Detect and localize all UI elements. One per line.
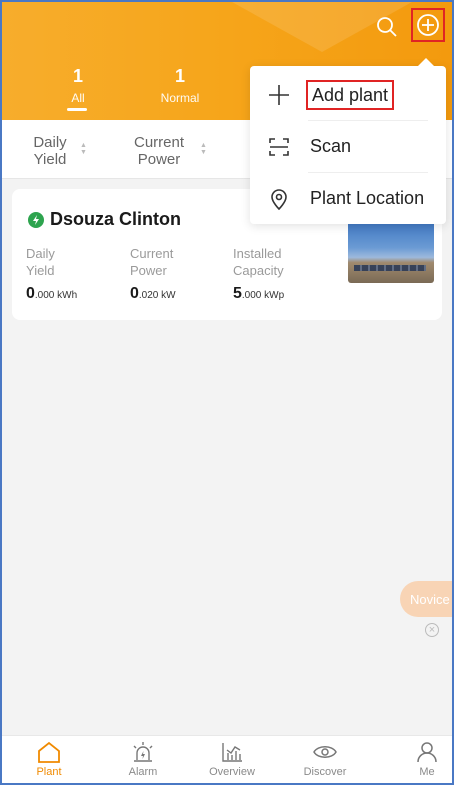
tab-me[interactable]: Me bbox=[392, 740, 452, 778]
menu-item-label: Add plant bbox=[306, 80, 395, 110]
online-status-icon bbox=[28, 211, 44, 228]
metric-value: 0.000 kWh bbox=[26, 285, 77, 304]
app-frame: 1 All 1 Normal Daily Yield ▲ ▼ Current Po… bbox=[0, 0, 454, 785]
alarm-siren-icon bbox=[133, 742, 153, 762]
tab-alarm[interactable]: Alarm bbox=[108, 740, 178, 778]
metric-value: 0.020 kW bbox=[130, 285, 176, 304]
tab-all[interactable]: 1 All bbox=[38, 66, 118, 107]
home-icon bbox=[38, 741, 60, 763]
search-button[interactable] bbox=[374, 14, 400, 40]
dropdown-caret bbox=[418, 58, 434, 66]
metric-label: Current bbox=[130, 246, 174, 261]
metric-label: Capacity bbox=[233, 263, 284, 278]
novice-label: Novice bbox=[410, 591, 450, 607]
sort-current-power-line1: Current bbox=[133, 134, 185, 151]
plant-title: Dsouza Clinton bbox=[28, 209, 181, 230]
tab-normal[interactable]: 1 Normal bbox=[140, 66, 220, 107]
plant-name: Dsouza Clinton bbox=[50, 209, 181, 229]
tab-label: Alarm bbox=[128, 766, 158, 778]
user-icon bbox=[417, 742, 437, 763]
tab-all-count: 1 bbox=[72, 66, 83, 86]
metric-label: Yield bbox=[26, 263, 55, 278]
eye-icon bbox=[313, 746, 337, 758]
metric-value-unit: .000 kWp bbox=[241, 290, 285, 301]
metric-value-main: 5 bbox=[233, 285, 242, 302]
menu-item-add-plant[interactable]: Add plant bbox=[250, 68, 446, 120]
sort-arrows-icon: ▲ ▼ bbox=[200, 142, 207, 156]
menu-item-plant-location[interactable]: Plant Location bbox=[250, 172, 446, 224]
metric-value-main: 0 bbox=[130, 285, 139, 302]
sort-arrows-icon: ▲ ▼ bbox=[80, 142, 87, 156]
metric-value-main: 0 bbox=[26, 285, 35, 302]
metric-installed-capacity: Installed Capacity 5.000 kWp bbox=[233, 245, 284, 304]
sort-current-power-line2: Power bbox=[137, 151, 181, 168]
metric-value-unit: .000 kWh bbox=[34, 290, 78, 301]
sort-daily-yield-line1: Daily bbox=[33, 134, 67, 151]
close-icon[interactable]: × bbox=[425, 623, 439, 637]
menu-item-scan[interactable]: Scan bbox=[250, 120, 446, 172]
plant-thumbnail bbox=[348, 219, 434, 283]
metric-label: Power bbox=[130, 263, 167, 278]
solar-panels-image bbox=[354, 265, 426, 271]
tab-active-indicator bbox=[67, 108, 87, 111]
sort-daily-yield-line2: Yield bbox=[33, 151, 67, 168]
sort-current-power[interactable]: Current Power ▲ ▼ bbox=[124, 134, 207, 168]
tab-label: Overview bbox=[209, 766, 255, 778]
metric-label: Daily bbox=[26, 246, 55, 261]
bottom-tab-bar: Plant Alarm Overview Discover Me bbox=[2, 735, 452, 783]
tab-normal-label: Normal bbox=[160, 91, 200, 105]
add-button[interactable] bbox=[411, 8, 445, 42]
tab-label: Me bbox=[419, 766, 435, 778]
tab-label: Plant bbox=[36, 766, 62, 778]
metric-current-power: Current Power 0.020 kW bbox=[130, 245, 176, 304]
plus-icon bbox=[269, 85, 289, 105]
chart-icon bbox=[222, 743, 242, 762]
sort-daily-yield[interactable]: Daily Yield ▲ ▼ bbox=[24, 134, 87, 168]
metric-label: Installed bbox=[233, 246, 282, 261]
menu-item-label: Plant Location bbox=[310, 188, 425, 208]
add-menu-dropdown: Add plant Scan Plant Location bbox=[250, 58, 446, 224]
plus-circle-icon bbox=[417, 14, 439, 36]
search-icon bbox=[377, 17, 397, 37]
scan-icon bbox=[269, 138, 289, 156]
menu-item-label: Scan bbox=[310, 136, 352, 156]
tab-label: Discover bbox=[303, 766, 347, 778]
metric-value: 5.000 kWp bbox=[233, 285, 284, 304]
tab-all-label: All bbox=[71, 91, 85, 105]
tab-plant[interactable]: Plant bbox=[14, 740, 84, 778]
novice-guide-button[interactable]: Novice bbox=[400, 581, 452, 617]
tab-discover[interactable]: Discover bbox=[290, 740, 360, 778]
location-pin-icon bbox=[271, 189, 287, 211]
metric-value-unit: .020 kW bbox=[138, 290, 176, 301]
tab-normal-count: 1 bbox=[174, 66, 185, 86]
metric-daily-yield: Daily Yield 0.000 kWh bbox=[26, 245, 77, 304]
tab-overview[interactable]: Overview bbox=[197, 740, 267, 778]
